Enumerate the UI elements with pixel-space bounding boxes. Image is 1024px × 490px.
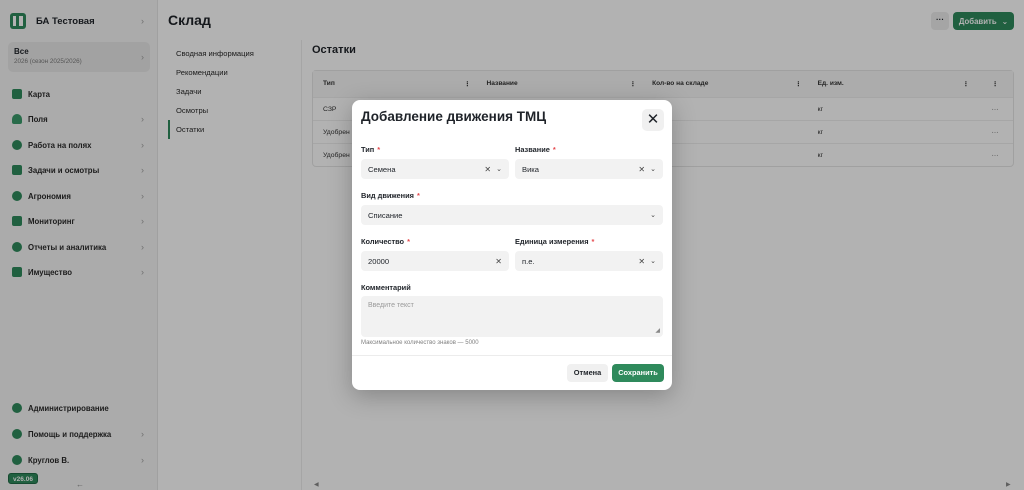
close-icon[interactable]: ✕	[642, 109, 664, 131]
comment-placeholder: Введите текст	[368, 302, 414, 309]
type-select[interactable]: Семена ✕ ⌄	[361, 159, 509, 179]
movement-label-text: Вид движения	[361, 191, 414, 200]
chevron-down-icon[interactable]: ⌄	[650, 257, 656, 265]
type-label: Тип *	[361, 145, 380, 154]
movement-select[interactable]: Списание ⌄	[361, 205, 663, 225]
chevron-down-icon[interactable]: ⌄	[496, 165, 502, 173]
type-value: Семена	[368, 164, 396, 174]
qty-label: Количество *	[361, 237, 410, 246]
cancel-button[interactable]: Отмена	[567, 364, 608, 382]
chevron-down-icon[interactable]: ⌄	[650, 211, 656, 219]
add-movement-dialog: Добавление движения ТМЦ ✕ Тип * Семена ✕ …	[352, 100, 672, 390]
save-button[interactable]: Сохранить	[612, 364, 664, 382]
clear-icon[interactable]: ✕	[495, 257, 502, 266]
movement-value: Списание	[368, 210, 403, 220]
clear-icon[interactable]: ✕	[484, 165, 491, 174]
required-mark: *	[591, 237, 595, 246]
qty-value: 20000	[368, 256, 390, 266]
required-mark: *	[407, 237, 410, 246]
name-label-text: Название	[515, 145, 550, 154]
name-value: Вика	[522, 164, 540, 174]
qty-label-text: Количество	[361, 237, 405, 246]
comment-textarea[interactable]: Введите текст ◢	[361, 296, 663, 337]
chevron-down-icon[interactable]: ⌄	[650, 165, 656, 173]
unit-label: Единица измерения *	[515, 237, 594, 246]
dialog-title: Добавление движения ТМЦ	[361, 109, 547, 124]
comment-hint: Максимальное количество знаков — 5000	[361, 340, 479, 346]
required-mark: *	[552, 145, 556, 154]
name-select[interactable]: Вика ✕ ⌄	[515, 159, 663, 179]
qty-input[interactable]: 20000 ✕	[361, 251, 509, 271]
unit-label-text: Единица измерения	[515, 237, 589, 246]
comment-label: Комментарий	[361, 283, 411, 292]
divider	[352, 355, 672, 356]
required-mark: *	[416, 191, 420, 200]
movement-label: Вид движения *	[361, 191, 420, 200]
clear-icon[interactable]: ✕	[638, 165, 645, 174]
clear-icon[interactable]: ✕	[638, 257, 645, 266]
required-mark: *	[377, 145, 381, 154]
name-label: Название *	[515, 145, 556, 154]
type-label-text: Тип	[361, 145, 375, 154]
resize-handle-icon[interactable]: ◢	[655, 327, 660, 334]
unit-value: п.е.	[522, 256, 535, 266]
unit-select[interactable]: п.е. ✕ ⌄	[515, 251, 663, 271]
